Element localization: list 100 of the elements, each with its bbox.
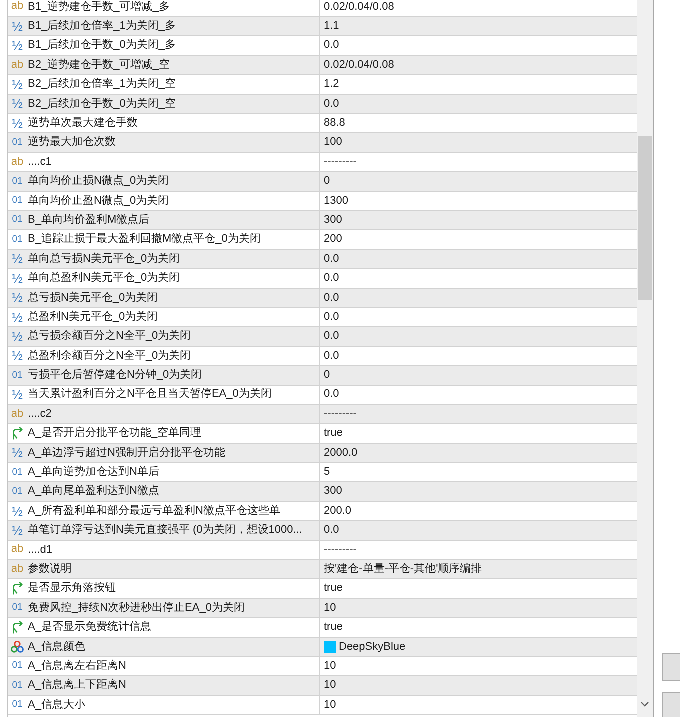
- type-icon: ½: [10, 97, 25, 110]
- type-icon: 01: [10, 138, 25, 148]
- value-cell[interactable]: 0.02/0.04/0.08: [320, 56, 637, 76]
- type-icon: ½: [10, 116, 25, 130]
- value-cell[interactable]: 100: [320, 133, 637, 153]
- parameter-value: true: [324, 581, 343, 596]
- value-cell[interactable]: 0.02/0.04/0.08: [320, 0, 637, 18]
- value-cell[interactable]: 2000.0: [320, 444, 637, 464]
- value-cell[interactable]: 1300: [320, 192, 637, 211]
- type-icon: ½: [10, 78, 25, 91]
- chevron-down-icon[interactable]: [641, 702, 649, 707]
- parameter-name: ....c1: [28, 154, 52, 170]
- type-icon: ½: [10, 504, 25, 518]
- parameter-name: A_单向尾单盈利达到N微点: [28, 484, 160, 500]
- parameter-value: 88.8: [324, 116, 346, 131]
- branch-arrow-icon: [11, 620, 24, 634]
- value-cell[interactable]: 300: [320, 482, 637, 502]
- parameter-name: 逆势最大加仓次数: [28, 134, 116, 150]
- parameter-name: B_追踪止损于最大盈利回撤M微点平仓_0为关闭: [28, 232, 261, 248]
- value-cell[interactable]: 300: [320, 211, 637, 230]
- type-icon: ab: [10, 544, 25, 556]
- parameter-name: A_所有盈利单和部分最远亏单盈利N微点平仓这些单: [28, 504, 280, 519]
- type-icon: ab: [10, 60, 25, 71]
- parameter-value: 0.0: [324, 310, 340, 325]
- parameter-name: 逆势单次最大建仓手数: [28, 116, 138, 131]
- parameter-value: 200.0: [324, 504, 352, 519]
- value-cell[interactable]: 0.0: [320, 327, 637, 347]
- parameter-value: 10: [324, 678, 336, 694]
- parameter-name: 总亏损余额百分之N全平_0为关闭: [28, 328, 192, 344]
- parameter-name: ....d1: [28, 542, 52, 558]
- parameter-value: 10: [324, 698, 336, 713]
- value-cell[interactable]: ---------: [320, 540, 637, 560]
- parameter-value: 1300: [324, 194, 348, 209]
- value-cell[interactable]: 0: [320, 366, 637, 386]
- parameter-name: B1_后续加仓手数_0为关闭_多: [28, 38, 176, 54]
- value-cell[interactable]: 1.1: [320, 17, 637, 36]
- type-icon: ½: [10, 524, 25, 537]
- value-cell[interactable]: 10: [320, 598, 637, 618]
- type-icon: ½: [10, 39, 25, 52]
- type-icon: ½: [10, 310, 25, 324]
- parameter-value: true: [324, 426, 343, 442]
- parameter-name: A_信息颜色: [28, 640, 86, 655]
- parameter-name: A_是否显示免费统计信息: [28, 620, 152, 636]
- type-icon: 01: [10, 370, 25, 380]
- parameter-name: 总亏损N美元平仓_0为关闭: [28, 290, 158, 306]
- parameter-name: 是否显示角落按钮: [28, 581, 116, 596]
- scrollbar[interactable]: [637, 0, 653, 717]
- parameter-value: 0.0: [324, 290, 340, 306]
- parameter-name: 单笔订单浮亏达到N美元直接强平 (0为关闭，想设1000...: [28, 522, 302, 538]
- parameter-name: 单向总盈利N美元平仓_0为关闭: [28, 270, 180, 286]
- branch-arrow-icon: [11, 426, 24, 440]
- type-icon: 01: [10, 468, 25, 478]
- parameter-name: B2_后续加仓倍率_1为关闭_空: [28, 76, 176, 92]
- parameter-value: 0: [324, 368, 330, 384]
- side-button[interactable]: [662, 692, 680, 717]
- parameter-value: ---------: [324, 542, 357, 558]
- parameter-name: B2_后续加仓手数_0为关闭_空: [28, 96, 176, 112]
- parameter-name: 单向总亏损N美元平仓_0为关闭: [28, 252, 180, 267]
- value-cell[interactable]: 0.0: [320, 346, 637, 366]
- parameter-value: 2000.0: [324, 446, 358, 461]
- scrollbar-thumb[interactable]: [638, 136, 652, 300]
- value-cell[interactable]: 0.0: [320, 288, 637, 308]
- type-icon: ab: [10, 564, 25, 575]
- parameter-value: 0.0: [324, 329, 340, 344]
- parameter-value: 0: [324, 174, 330, 190]
- type-icon: 01: [10, 486, 25, 496]
- value-cell[interactable]: 按'建仓-单量-平仓-其他'顺序编排: [320, 560, 637, 580]
- value-cell[interactable]: 0: [320, 172, 637, 192]
- value-cell[interactable]: DeepSkyBlue: [320, 638, 637, 657]
- parameter-name: 亏损平仓后暂停建仓N分钟_0为关闭: [28, 368, 202, 384]
- parameter-value: 1.1: [324, 19, 340, 34]
- parameter-value: 0.0: [324, 523, 340, 538]
- value-cell[interactable]: 0.0: [320, 94, 637, 114]
- type-icon: 01: [10, 234, 25, 244]
- value-cell[interactable]: ---------: [320, 404, 637, 424]
- parameter-value: 0.0: [324, 96, 340, 112]
- parameter-value: 100: [324, 135, 342, 150]
- parameter-value: 按'建仓-单量-平仓-其他'顺序编排: [324, 562, 482, 577]
- type-icon: ½: [10, 330, 25, 344]
- parameter-value: ---------: [324, 406, 357, 422]
- parameter-value: 0.0: [324, 252, 340, 267]
- parameter-value: 0.02/0.04/0.08: [324, 0, 394, 15]
- side-button[interactable]: [662, 653, 680, 681]
- parameter-value: 0.02/0.04/0.08: [324, 58, 394, 73]
- parameter-value: DeepSkyBlue: [339, 640, 406, 655]
- parameter-name: B1_后续加仓倍率_1为关闭_多: [28, 18, 176, 34]
- parameter-name: 参数说明: [28, 562, 72, 577]
- parameter-name: 单向均价止损N微点_0为关闭: [28, 174, 170, 190]
- value-cell[interactable]: 0.0: [320, 250, 637, 270]
- value-cell[interactable]: 10: [320, 676, 637, 696]
- value-cell[interactable]: 0.0: [320, 386, 637, 405]
- parameter-name: B_单向均价盈利M微点后: [28, 212, 150, 228]
- parameter-value: 300: [324, 212, 342, 228]
- parameter-name: A_信息离上下距离N: [28, 678, 126, 694]
- parameter-name: A_单向逆势加仓达到N单后: [28, 464, 160, 480]
- parameter-value: 0.0: [324, 387, 340, 402]
- parameter-value: 5: [324, 465, 330, 480]
- value-cell[interactable]: 0.0: [320, 521, 637, 541]
- parameter-value: true: [324, 620, 343, 636]
- parameter-name: 免费风控_持续N次秒进秒出停止EA_0为关闭: [28, 600, 245, 616]
